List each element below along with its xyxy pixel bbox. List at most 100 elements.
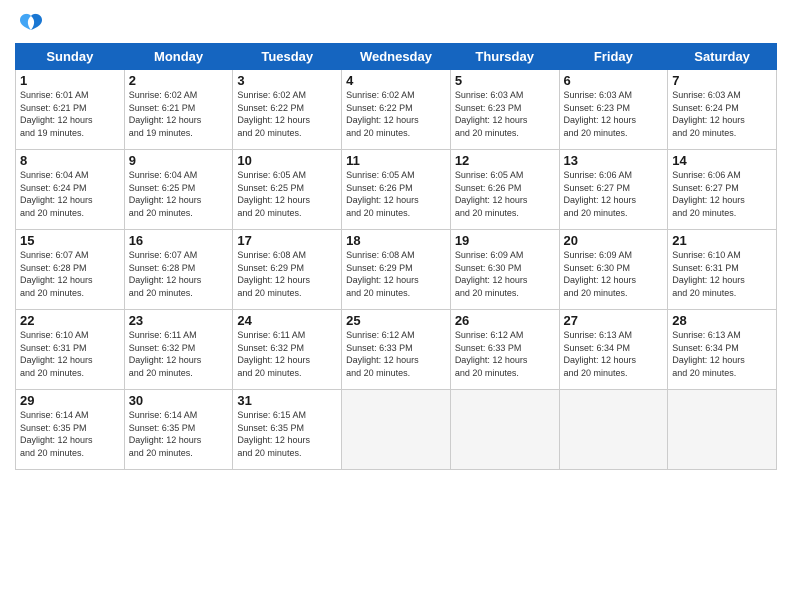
calendar-cell: 2Sunrise: 6:02 AM Sunset: 6:21 PM Daylig… [124, 70, 233, 150]
calendar-cell: 14Sunrise: 6:06 AM Sunset: 6:27 PM Dayli… [668, 150, 777, 230]
day-number: 20 [564, 233, 664, 248]
day-info: Sunrise: 6:04 AM Sunset: 6:25 PM Dayligh… [129, 169, 229, 219]
day-number: 30 [129, 393, 229, 408]
calendar-week-5: 29Sunrise: 6:14 AM Sunset: 6:35 PM Dayli… [16, 390, 777, 470]
calendar-cell: 30Sunrise: 6:14 AM Sunset: 6:35 PM Dayli… [124, 390, 233, 470]
day-info: Sunrise: 6:07 AM Sunset: 6:28 PM Dayligh… [20, 249, 120, 299]
calendar-cell: 13Sunrise: 6:06 AM Sunset: 6:27 PM Dayli… [559, 150, 668, 230]
day-info: Sunrise: 6:02 AM Sunset: 6:22 PM Dayligh… [237, 89, 337, 139]
day-number: 29 [20, 393, 120, 408]
calendar-week-2: 8Sunrise: 6:04 AM Sunset: 6:24 PM Daylig… [16, 150, 777, 230]
calendar-cell: 11Sunrise: 6:05 AM Sunset: 6:26 PM Dayli… [342, 150, 451, 230]
day-info: Sunrise: 6:03 AM Sunset: 6:23 PM Dayligh… [564, 89, 664, 139]
day-info: Sunrise: 6:03 AM Sunset: 6:24 PM Dayligh… [672, 89, 772, 139]
calendar-cell: 26Sunrise: 6:12 AM Sunset: 6:33 PM Dayli… [450, 310, 559, 390]
day-number: 19 [455, 233, 555, 248]
day-number: 31 [237, 393, 337, 408]
day-info: Sunrise: 6:12 AM Sunset: 6:33 PM Dayligh… [455, 329, 555, 379]
logo [15, 10, 44, 35]
calendar-table: Sunday Monday Tuesday Wednesday Thursday… [15, 43, 777, 470]
day-info: Sunrise: 6:09 AM Sunset: 6:30 PM Dayligh… [564, 249, 664, 299]
day-info: Sunrise: 6:02 AM Sunset: 6:21 PM Dayligh… [129, 89, 229, 139]
day-info: Sunrise: 6:05 AM Sunset: 6:25 PM Dayligh… [237, 169, 337, 219]
calendar-cell: 9Sunrise: 6:04 AM Sunset: 6:25 PM Daylig… [124, 150, 233, 230]
day-number: 11 [346, 153, 446, 168]
day-info: Sunrise: 6:06 AM Sunset: 6:27 PM Dayligh… [564, 169, 664, 219]
col-wednesday: Wednesday [342, 44, 451, 70]
day-info: Sunrise: 6:14 AM Sunset: 6:35 PM Dayligh… [129, 409, 229, 459]
day-info: Sunrise: 6:13 AM Sunset: 6:34 PM Dayligh… [672, 329, 772, 379]
page: Sunday Monday Tuesday Wednesday Thursday… [0, 0, 792, 612]
calendar-cell: 20Sunrise: 6:09 AM Sunset: 6:30 PM Dayli… [559, 230, 668, 310]
day-number: 2 [129, 73, 229, 88]
calendar-cell: 5Sunrise: 6:03 AM Sunset: 6:23 PM Daylig… [450, 70, 559, 150]
day-number: 15 [20, 233, 120, 248]
day-number: 8 [20, 153, 120, 168]
calendar-cell: 8Sunrise: 6:04 AM Sunset: 6:24 PM Daylig… [16, 150, 125, 230]
day-number: 28 [672, 313, 772, 328]
calendar-cell [559, 390, 668, 470]
calendar-cell [342, 390, 451, 470]
day-number: 14 [672, 153, 772, 168]
day-info: Sunrise: 6:08 AM Sunset: 6:29 PM Dayligh… [346, 249, 446, 299]
calendar-cell: 28Sunrise: 6:13 AM Sunset: 6:34 PM Dayli… [668, 310, 777, 390]
day-number: 22 [20, 313, 120, 328]
logo-bird-icon [18, 12, 44, 39]
day-info: Sunrise: 6:06 AM Sunset: 6:27 PM Dayligh… [672, 169, 772, 219]
day-info: Sunrise: 6:11 AM Sunset: 6:32 PM Dayligh… [129, 329, 229, 379]
day-info: Sunrise: 6:02 AM Sunset: 6:22 PM Dayligh… [346, 89, 446, 139]
col-thursday: Thursday [450, 44, 559, 70]
day-number: 13 [564, 153, 664, 168]
calendar-cell: 29Sunrise: 6:14 AM Sunset: 6:35 PM Dayli… [16, 390, 125, 470]
day-number: 1 [20, 73, 120, 88]
calendar-cell: 31Sunrise: 6:15 AM Sunset: 6:35 PM Dayli… [233, 390, 342, 470]
day-number: 4 [346, 73, 446, 88]
day-info: Sunrise: 6:01 AM Sunset: 6:21 PM Dayligh… [20, 89, 120, 139]
col-friday: Friday [559, 44, 668, 70]
day-info: Sunrise: 6:09 AM Sunset: 6:30 PM Dayligh… [455, 249, 555, 299]
calendar-cell: 4Sunrise: 6:02 AM Sunset: 6:22 PM Daylig… [342, 70, 451, 150]
calendar-cell: 16Sunrise: 6:07 AM Sunset: 6:28 PM Dayli… [124, 230, 233, 310]
col-sunday: Sunday [16, 44, 125, 70]
day-info: Sunrise: 6:14 AM Sunset: 6:35 PM Dayligh… [20, 409, 120, 459]
calendar-cell: 18Sunrise: 6:08 AM Sunset: 6:29 PM Dayli… [342, 230, 451, 310]
calendar-cell: 22Sunrise: 6:10 AM Sunset: 6:31 PM Dayli… [16, 310, 125, 390]
calendar-week-3: 15Sunrise: 6:07 AM Sunset: 6:28 PM Dayli… [16, 230, 777, 310]
day-info: Sunrise: 6:13 AM Sunset: 6:34 PM Dayligh… [564, 329, 664, 379]
day-number: 17 [237, 233, 337, 248]
day-info: Sunrise: 6:04 AM Sunset: 6:24 PM Dayligh… [20, 169, 120, 219]
day-number: 21 [672, 233, 772, 248]
calendar-cell: 7Sunrise: 6:03 AM Sunset: 6:24 PM Daylig… [668, 70, 777, 150]
day-number: 24 [237, 313, 337, 328]
calendar-cell: 6Sunrise: 6:03 AM Sunset: 6:23 PM Daylig… [559, 70, 668, 150]
day-info: Sunrise: 6:03 AM Sunset: 6:23 PM Dayligh… [455, 89, 555, 139]
day-info: Sunrise: 6:05 AM Sunset: 6:26 PM Dayligh… [346, 169, 446, 219]
day-number: 27 [564, 313, 664, 328]
calendar-cell: 12Sunrise: 6:05 AM Sunset: 6:26 PM Dayli… [450, 150, 559, 230]
day-number: 26 [455, 313, 555, 328]
day-info: Sunrise: 6:11 AM Sunset: 6:32 PM Dayligh… [237, 329, 337, 379]
calendar-cell: 24Sunrise: 6:11 AM Sunset: 6:32 PM Dayli… [233, 310, 342, 390]
calendar-cell: 23Sunrise: 6:11 AM Sunset: 6:32 PM Dayli… [124, 310, 233, 390]
day-number: 10 [237, 153, 337, 168]
calendar-cell [450, 390, 559, 470]
calendar-cell: 19Sunrise: 6:09 AM Sunset: 6:30 PM Dayli… [450, 230, 559, 310]
calendar-cell: 3Sunrise: 6:02 AM Sunset: 6:22 PM Daylig… [233, 70, 342, 150]
day-number: 16 [129, 233, 229, 248]
day-number: 9 [129, 153, 229, 168]
calendar-cell: 25Sunrise: 6:12 AM Sunset: 6:33 PM Dayli… [342, 310, 451, 390]
day-number: 3 [237, 73, 337, 88]
header-row: Sunday Monday Tuesday Wednesday Thursday… [16, 44, 777, 70]
col-tuesday: Tuesday [233, 44, 342, 70]
calendar-week-4: 22Sunrise: 6:10 AM Sunset: 6:31 PM Dayli… [16, 310, 777, 390]
day-number: 6 [564, 73, 664, 88]
calendar-cell: 27Sunrise: 6:13 AM Sunset: 6:34 PM Dayli… [559, 310, 668, 390]
day-info: Sunrise: 6:10 AM Sunset: 6:31 PM Dayligh… [20, 329, 120, 379]
day-number: 7 [672, 73, 772, 88]
day-info: Sunrise: 6:08 AM Sunset: 6:29 PM Dayligh… [237, 249, 337, 299]
day-info: Sunrise: 6:07 AM Sunset: 6:28 PM Dayligh… [129, 249, 229, 299]
day-info: Sunrise: 6:05 AM Sunset: 6:26 PM Dayligh… [455, 169, 555, 219]
calendar-cell: 21Sunrise: 6:10 AM Sunset: 6:31 PM Dayli… [668, 230, 777, 310]
day-number: 5 [455, 73, 555, 88]
day-number: 25 [346, 313, 446, 328]
